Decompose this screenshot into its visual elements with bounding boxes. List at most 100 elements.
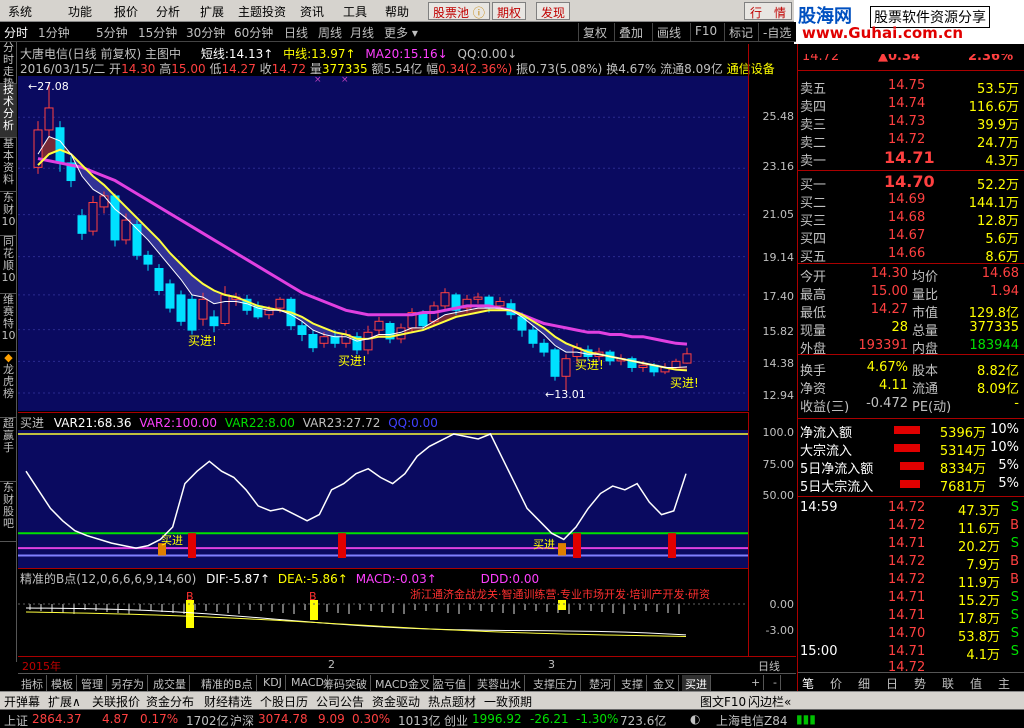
candle-body[interactable] — [638, 364, 648, 368]
adjust-button[interactable]: 复权 — [578, 23, 611, 41]
quote-tab-button[interactable]: 行 情 — [744, 2, 792, 20]
futures-button[interactable]: 期权 — [492, 2, 527, 20]
watchlist-button[interactable]: -自选 — [758, 23, 795, 41]
candle-body[interactable] — [297, 325, 307, 335]
period-weekly[interactable]: 周线 — [318, 24, 342, 41]
qtab-day[interactable]: 日 — [886, 675, 898, 692]
sidetab-super-win[interactable]: 超赢手 — [0, 418, 17, 482]
danmu-button[interactable]: 开弹幕 — [4, 693, 40, 710]
indicator1-panel[interactable]: 买进 买进 — [18, 430, 748, 568]
period-60min[interactable]: 60分钟 — [234, 24, 273, 41]
candle-body[interactable] — [319, 336, 329, 344]
candle-body[interactable] — [539, 342, 549, 353]
candle-body[interactable] — [682, 353, 692, 364]
candle-body[interactable] — [143, 254, 153, 265]
tab-add[interactable]: + — [748, 675, 765, 690]
qtab-trades[interactable]: 笔 — [802, 675, 814, 692]
stock-pool-button[interactable]: 股票池 ⓘ — [428, 2, 490, 20]
f10-text-button[interactable]: 图文F10 — [700, 693, 746, 710]
candle-body[interactable] — [561, 358, 571, 377]
menu-help[interactable]: 帮助 — [385, 3, 409, 20]
qtab-detail[interactable]: 细 — [858, 675, 870, 692]
candle-body[interactable] — [88, 202, 98, 232]
candle-body[interactable] — [99, 195, 109, 208]
candle-body[interactable] — [110, 195, 120, 241]
consensus-button[interactable]: 一致预期 — [484, 693, 532, 710]
period-daily[interactable]: 日线 — [284, 24, 308, 41]
discover-button[interactable]: 发现 — [536, 2, 571, 20]
menu-news[interactable]: 资讯 — [300, 3, 324, 20]
overlay-button[interactable]: 叠加 — [614, 23, 647, 41]
candle-body[interactable] — [209, 316, 219, 327]
menu-quote[interactable]: 报价 — [114, 3, 138, 20]
candle-body[interactable] — [165, 283, 175, 309]
candle-body[interactable] — [44, 107, 54, 131]
extend-button[interactable]: 扩展∧ — [48, 693, 81, 710]
server-name[interactable]: 上海电信Z84 — [716, 712, 788, 728]
period-intraday[interactable]: 分时 — [4, 24, 28, 41]
tab-kdj[interactable]: KDJ — [260, 675, 286, 690]
main-chart-panel[interactable]: × × ←27.08 ←13.01 买进! 买进! 买进! 买进! — [18, 75, 748, 411]
related-quote-button[interactable]: 关联报价 — [92, 693, 140, 710]
tab-remove[interactable]: - — [770, 675, 781, 690]
qtab-main[interactable]: 主 — [998, 675, 1010, 692]
sidetab-fundamental[interactable]: 基本资料 — [0, 138, 17, 192]
candle-body[interactable] — [176, 294, 186, 322]
indicator1-chart[interactable] — [18, 430, 748, 568]
candle-body[interactable] — [440, 292, 450, 307]
period-monthly[interactable]: 月线 — [350, 24, 374, 41]
f10-button[interactable]: F10 — [690, 23, 721, 41]
sidetab-technical[interactable]: 技术分析 — [0, 84, 17, 138]
mark-button[interactable]: 标记 — [724, 23, 757, 41]
drawline-button[interactable]: 画线 — [652, 23, 685, 41]
qtab-trend[interactable]: 势 — [914, 675, 926, 692]
candle-body[interactable] — [198, 298, 208, 320]
candle-body[interactable] — [363, 331, 373, 351]
menu-extend[interactable]: 扩展 — [200, 3, 224, 20]
menu-theme-invest[interactable]: 主题投资 — [238, 3, 286, 20]
sidetab-ths10[interactable]: 同花顺10 — [0, 236, 17, 294]
candle-body[interactable] — [495, 301, 505, 307]
candle-body[interactable] — [275, 298, 285, 309]
period-5min[interactable]: 5分钟 — [96, 24, 128, 41]
candle-body[interactable] — [77, 215, 87, 234]
candle-body[interactable] — [121, 219, 131, 241]
menu-system[interactable]: 系统 — [8, 3, 32, 20]
candle-body[interactable] — [253, 305, 263, 318]
candle-body[interactable] — [671, 360, 681, 368]
candle-body[interactable] — [473, 296, 483, 300]
sidetab-intraday[interactable]: 分时走势 — [0, 42, 17, 90]
sidetab-guba[interactable]: 东财股吧 — [0, 482, 17, 542]
candle-body[interactable] — [220, 294, 230, 324]
candle-body[interactable] — [528, 329, 538, 344]
candle-body[interactable] — [55, 127, 65, 164]
finance-pick-button[interactable]: 财经精选 — [204, 693, 252, 710]
sidetab-eastmoney10[interactable]: 东财10 — [0, 192, 17, 236]
candle-body[interactable] — [330, 336, 340, 344]
candle-body[interactable] — [264, 309, 274, 316]
hot-topic-button[interactable]: 热点题材 — [428, 693, 476, 710]
fund-drive-button[interactable]: 资金驱动 — [372, 693, 420, 710]
period-30min[interactable]: 30分钟 — [186, 24, 225, 41]
candle-body[interactable] — [374, 320, 384, 331]
candle-body[interactable] — [154, 268, 164, 292]
indicator2-panel[interactable]: 浙江通济金战龙关·智通训练营·专业市场开发·培训产开发·研资 B B — [18, 586, 748, 656]
period-1min[interactable]: 1分钟 — [38, 24, 70, 41]
qtab-related[interactable]: 联 — [942, 675, 954, 692]
stock-calendar-button[interactable]: 个股日历 — [260, 693, 308, 710]
period-more[interactable]: 更多 ▾ — [384, 24, 418, 41]
candlestick-chart[interactable]: × × — [18, 75, 748, 411]
period-15min[interactable]: 15分钟 — [138, 24, 177, 41]
candle-body[interactable] — [187, 298, 197, 331]
menu-function[interactable]: 功能 — [68, 3, 92, 20]
flash-sidebar-button[interactable]: 闪边栏« — [748, 693, 791, 710]
candle-body[interactable] — [308, 333, 318, 349]
sidetab-wst10[interactable]: 维赛特10 — [0, 294, 17, 352]
qtab-price[interactable]: 价 — [830, 675, 842, 692]
announcement-button[interactable]: 公司公告 — [316, 693, 364, 710]
period-label[interactable]: 日线 — [758, 658, 780, 674]
fund-dist-button[interactable]: 资金分布 — [146, 693, 194, 710]
refresh-icon[interactable]: ◐ — [690, 712, 700, 726]
sidetab-dragon-tiger[interactable]: ◆龙虎榜 — [0, 352, 17, 418]
menu-tools[interactable]: 工具 — [343, 3, 367, 20]
